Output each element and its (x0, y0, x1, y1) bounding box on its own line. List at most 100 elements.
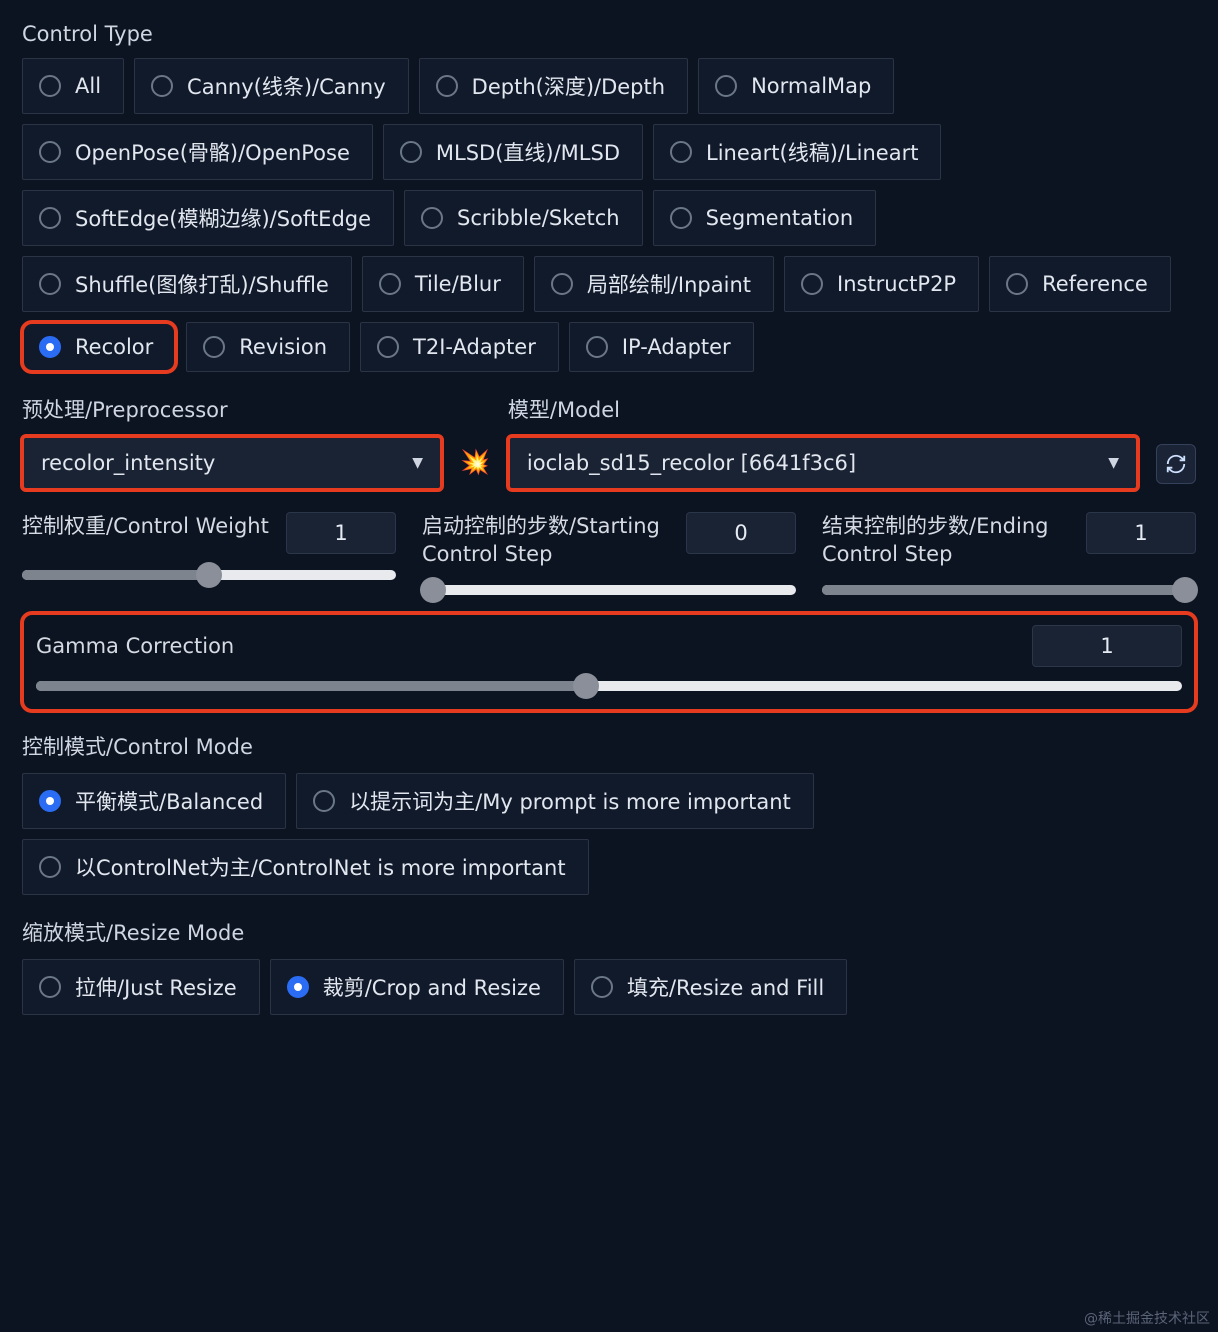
resize-mode-group-option-just-resize[interactable]: 拉伸/Just Resize (22, 959, 260, 1015)
radio-icon (551, 273, 573, 295)
control-type-group-option-inpaint[interactable]: 局部绘制/Inpaint (534, 256, 774, 312)
chevron-down-icon: ▼ (412, 455, 423, 471)
control-type-group-option-normalmap[interactable]: NormalMap (698, 58, 894, 114)
radio-label: NormalMap (751, 74, 871, 98)
gamma-correction-block: Gamma Correction 1 (22, 613, 1196, 711)
slider-fill (36, 681, 586, 691)
radio-label: Canny(线条)/Canny (187, 71, 386, 101)
watermark: @稀土掘金技术社区 (1084, 1308, 1210, 1328)
radio-label: 以ControlNet为主/ControlNet is more importa… (75, 852, 566, 882)
radio-label: 裁剪/Crop and Resize (323, 972, 541, 1002)
ending-step-label: 结束控制的步数/Ending Control Step (822, 512, 1072, 569)
radio-icon (801, 273, 823, 295)
ending-step-value[interactable]: 1 (1086, 512, 1196, 554)
control-type-group-option-revision[interactable]: Revision (186, 322, 350, 372)
control-weight-value[interactable]: 1 (286, 512, 396, 554)
preprocessor-dropdown[interactable]: recolor_intensity ▼ (22, 436, 442, 490)
radio-label: Tile/Blur (415, 272, 501, 296)
radio-icon (377, 336, 399, 358)
starting-step-block: 启动控制的步数/Starting Control Step 0 (422, 512, 796, 595)
control-type-group-option-shuffle-shuffle[interactable]: Shuffle(图像打乱)/Shuffle (22, 256, 352, 312)
slider-thumb[interactable] (573, 673, 599, 699)
radio-label: InstructP2P (837, 272, 956, 296)
radio-label: Shuffle(图像打乱)/Shuffle (75, 269, 329, 299)
ending-step-block: 结束控制的步数/Ending Control Step 1 (822, 512, 1196, 595)
control-type-group-option-recolor[interactable]: Recolor (22, 322, 176, 372)
resize-mode-group-option-crop-and-resize[interactable]: 裁剪/Crop and Resize (270, 959, 564, 1015)
control-type-group-option-tile-blur[interactable]: Tile/Blur (362, 256, 524, 312)
preprocessor-value: recolor_intensity (41, 451, 215, 475)
control-type-label: Control Type (22, 22, 1196, 46)
radio-label: 局部绘制/Inpaint (587, 269, 751, 299)
radio-label: SoftEdge(模糊边缘)/SoftEdge (75, 203, 371, 233)
radio-icon (39, 75, 61, 97)
model-dropdown[interactable]: ioclab_sd15_recolor [6641f3c6] ▼ (508, 436, 1138, 490)
control-weight-label: 控制权重/Control Weight (22, 512, 272, 540)
control-mode-group-option-my-prompt-is-more-important[interactable]: 以提示词为主/My prompt is more important (296, 773, 814, 829)
control-type-group-option-depth-depth[interactable]: Depth(深度)/Depth (419, 58, 688, 114)
control-weight-slider[interactable] (22, 570, 396, 580)
radio-icon (591, 976, 613, 998)
slider-fill (822, 585, 1196, 595)
model-value: ioclab_sd15_recolor [6641f3c6] (527, 451, 856, 475)
radio-icon (287, 976, 309, 998)
radio-icon (379, 273, 401, 295)
control-type-group-option-ip-adapter[interactable]: IP-Adapter (569, 322, 754, 372)
slider-thumb[interactable] (1172, 577, 1198, 603)
control-type-group-option-scribble-sketch[interactable]: Scribble/Sketch (404, 190, 643, 246)
slider-thumb[interactable] (420, 577, 446, 603)
starting-step-label: 启动控制的步数/Starting Control Step (422, 512, 672, 569)
ending-step-slider[interactable] (822, 585, 1196, 595)
control-type-group-option-reference[interactable]: Reference (989, 256, 1171, 312)
refresh-icon (1165, 453, 1187, 475)
starting-step-value[interactable]: 0 (686, 512, 796, 554)
refresh-button[interactable] (1156, 444, 1196, 484)
control-mode-group-option-controlnet-controlnet-is-more-[interactable]: 以ControlNet为主/ControlNet is more importa… (22, 839, 589, 895)
control-type-group-option-softedge-softedge[interactable]: SoftEdge(模糊边缘)/SoftEdge (22, 190, 394, 246)
control-type-group-option-all[interactable]: All (22, 58, 124, 114)
radio-label: MLSD(直线)/MLSD (436, 137, 620, 167)
resize-mode-group-option-resize-and-fill[interactable]: 填充/Resize and Fill (574, 959, 847, 1015)
radio-label: T2I-Adapter (413, 335, 536, 359)
explosion-icon[interactable]: 💥 (460, 448, 490, 490)
control-mode-group-option-balanced[interactable]: 平衡模式/Balanced (22, 773, 286, 829)
starting-step-slider[interactable] (422, 585, 796, 595)
radio-label: Depth(深度)/Depth (472, 71, 665, 101)
radio-label: Lineart(线稿)/Lineart (706, 137, 918, 167)
gamma-value[interactable]: 1 (1032, 625, 1182, 667)
control-mode-group: 平衡模式/Balanced 以提示词为主/My prompt is more im… (22, 773, 1196, 895)
control-type-group-option-openpose-openpose[interactable]: OpenPose(骨骼)/OpenPose (22, 124, 373, 180)
resize-mode-group: 拉伸/Just Resize 裁剪/Crop and Resize 填充/Resiz… (22, 959, 1196, 1015)
gamma-label: Gamma Correction (36, 632, 1032, 660)
radio-icon (39, 976, 61, 998)
radio-label: 填充/Resize and Fill (627, 972, 824, 1002)
resize-mode-label: 缩放模式/Resize Mode (22, 917, 1196, 947)
control-type-group-option-canny-canny[interactable]: Canny(线条)/Canny (134, 58, 409, 114)
control-type-group-option-instructp2p[interactable]: InstructP2P (784, 256, 979, 312)
radio-label: Recolor (75, 335, 153, 359)
control-type-group: All Canny(线条)/Canny Depth(深度)/Depth NormalM… (22, 58, 1196, 372)
radio-label: OpenPose(骨骼)/OpenPose (75, 137, 350, 167)
control-type-group-option-segmentation[interactable]: Segmentation (653, 190, 877, 246)
control-type-group-option-lineart-lineart[interactable]: Lineart(线稿)/Lineart (653, 124, 941, 180)
radio-label: Reference (1042, 272, 1148, 296)
slider-fill (22, 570, 209, 580)
radio-label: All (75, 74, 101, 98)
radio-icon (39, 273, 61, 295)
chevron-down-icon: ▼ (1108, 455, 1119, 471)
control-type-group-option-mlsd-mlsd[interactable]: MLSD(直线)/MLSD (383, 124, 643, 180)
preprocessor-label: 预处理/Preprocessor (22, 394, 442, 424)
radio-icon (39, 141, 61, 163)
radio-label: 平衡模式/Balanced (75, 786, 263, 816)
radio-icon (151, 75, 173, 97)
radio-icon (203, 336, 225, 358)
control-type-group-option-t2i-adapter[interactable]: T2I-Adapter (360, 322, 559, 372)
slider-thumb[interactable] (196, 562, 222, 588)
radio-icon (313, 790, 335, 812)
radio-icon (39, 790, 61, 812)
radio-label: IP-Adapter (622, 335, 731, 359)
radio-label: Scribble/Sketch (457, 206, 620, 230)
radio-icon (436, 75, 458, 97)
gamma-slider[interactable] (36, 681, 1182, 691)
radio-label: Segmentation (706, 206, 854, 230)
